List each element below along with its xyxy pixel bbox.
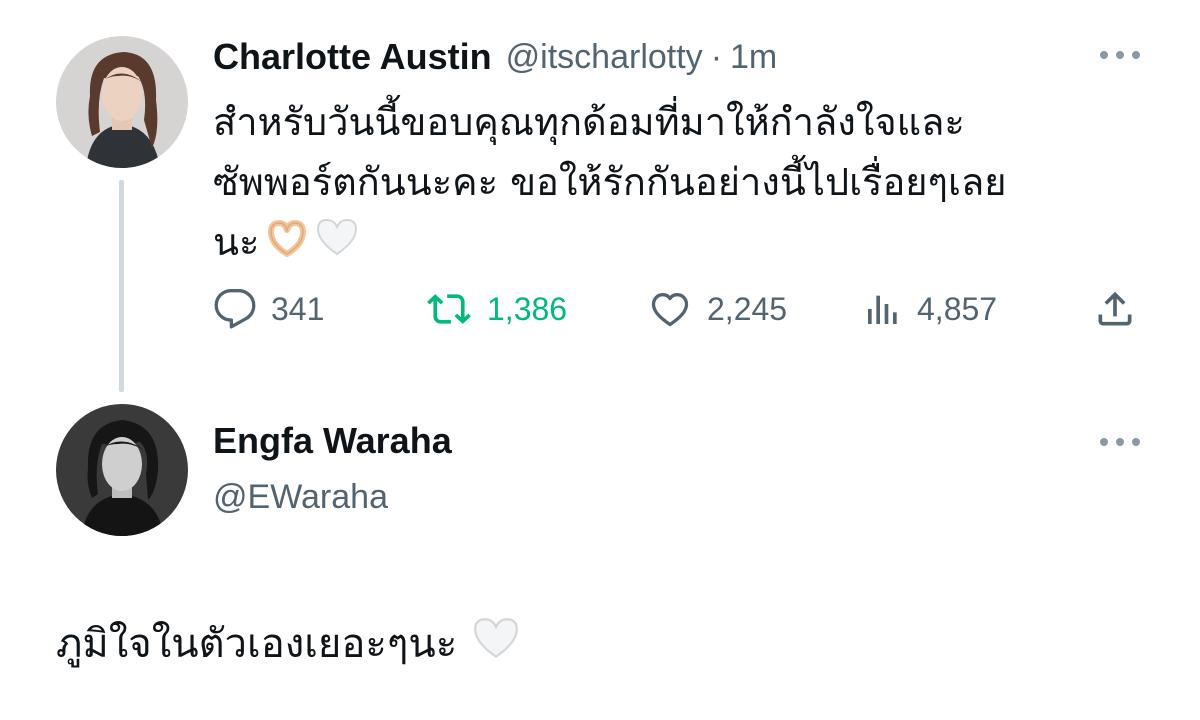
retweet-count: 1,386 — [487, 290, 568, 327]
user-handle[interactable]: @itscharlotty — [506, 38, 703, 77]
views-button[interactable]: 4,857 — [863, 284, 997, 334]
reply-display-name[interactable]: Engfa Waraha — [213, 420, 452, 462]
view-count: 4,857 — [917, 290, 998, 327]
reply-user-handle[interactable]: @EWaraha — [213, 478, 388, 517]
white-heart-emoji-icon — [315, 215, 359, 275]
reply-icon — [214, 289, 256, 329]
share-icon — [1098, 291, 1132, 326]
tweet-header: Charlotte Austin @itscharlotty · 1m — [213, 34, 777, 80]
reply-text: ภูมิใจในตัวเองเยอะๆนะ — [56, 614, 521, 678]
reply-button[interactable]: 341 — [213, 284, 324, 334]
display-name[interactable]: Charlotte Austin — [213, 36, 492, 78]
heart-hands-emoji-icon — [265, 215, 309, 275]
like-count: 2,245 — [707, 290, 788, 327]
avatar-charlotte[interactable] — [56, 36, 188, 168]
thread-line — [119, 180, 124, 392]
heart-icon — [651, 293, 689, 327]
more-options-icon[interactable] — [1100, 436, 1140, 448]
like-button[interactable]: 2,245 — [647, 284, 787, 334]
retweet-icon — [427, 294, 471, 324]
retweet-button[interactable]: 1,386 — [425, 284, 567, 334]
white-heart-emoji-icon — [471, 615, 521, 678]
tweet-text-line: สำหรับวันนี้ขอบคุณทุกด้อมที่มาให้กำลังใจ… — [213, 100, 965, 144]
tweet-text-line: นะ — [213, 212, 1113, 275]
tweet-actions: 341 1,386 2,245 4,857 — [213, 284, 1143, 334]
separator-dot: · — [710, 37, 723, 76]
tweet-text-line-3: นะ — [213, 220, 260, 264]
views-icon — [868, 295, 897, 324]
share-button[interactable] — [1093, 284, 1151, 334]
reply-count: 341 — [271, 290, 325, 327]
avatar-engfa[interactable] — [56, 404, 188, 536]
reply-text-content: ภูมิใจในตัวเองเยอะๆนะ — [56, 621, 458, 667]
tweet-text: สำหรับวันนี้ขอบคุณทุกด้อมที่มาให้กำลังใจ… — [213, 92, 1113, 275]
tweet-text-line: ซัพพอร์ตกันนะคะ ขอให้รักกันอย่างนี้ไปเรื… — [213, 160, 1007, 204]
more-options-icon[interactable] — [1100, 49, 1140, 61]
timestamp[interactable]: 1m — [730, 38, 777, 77]
